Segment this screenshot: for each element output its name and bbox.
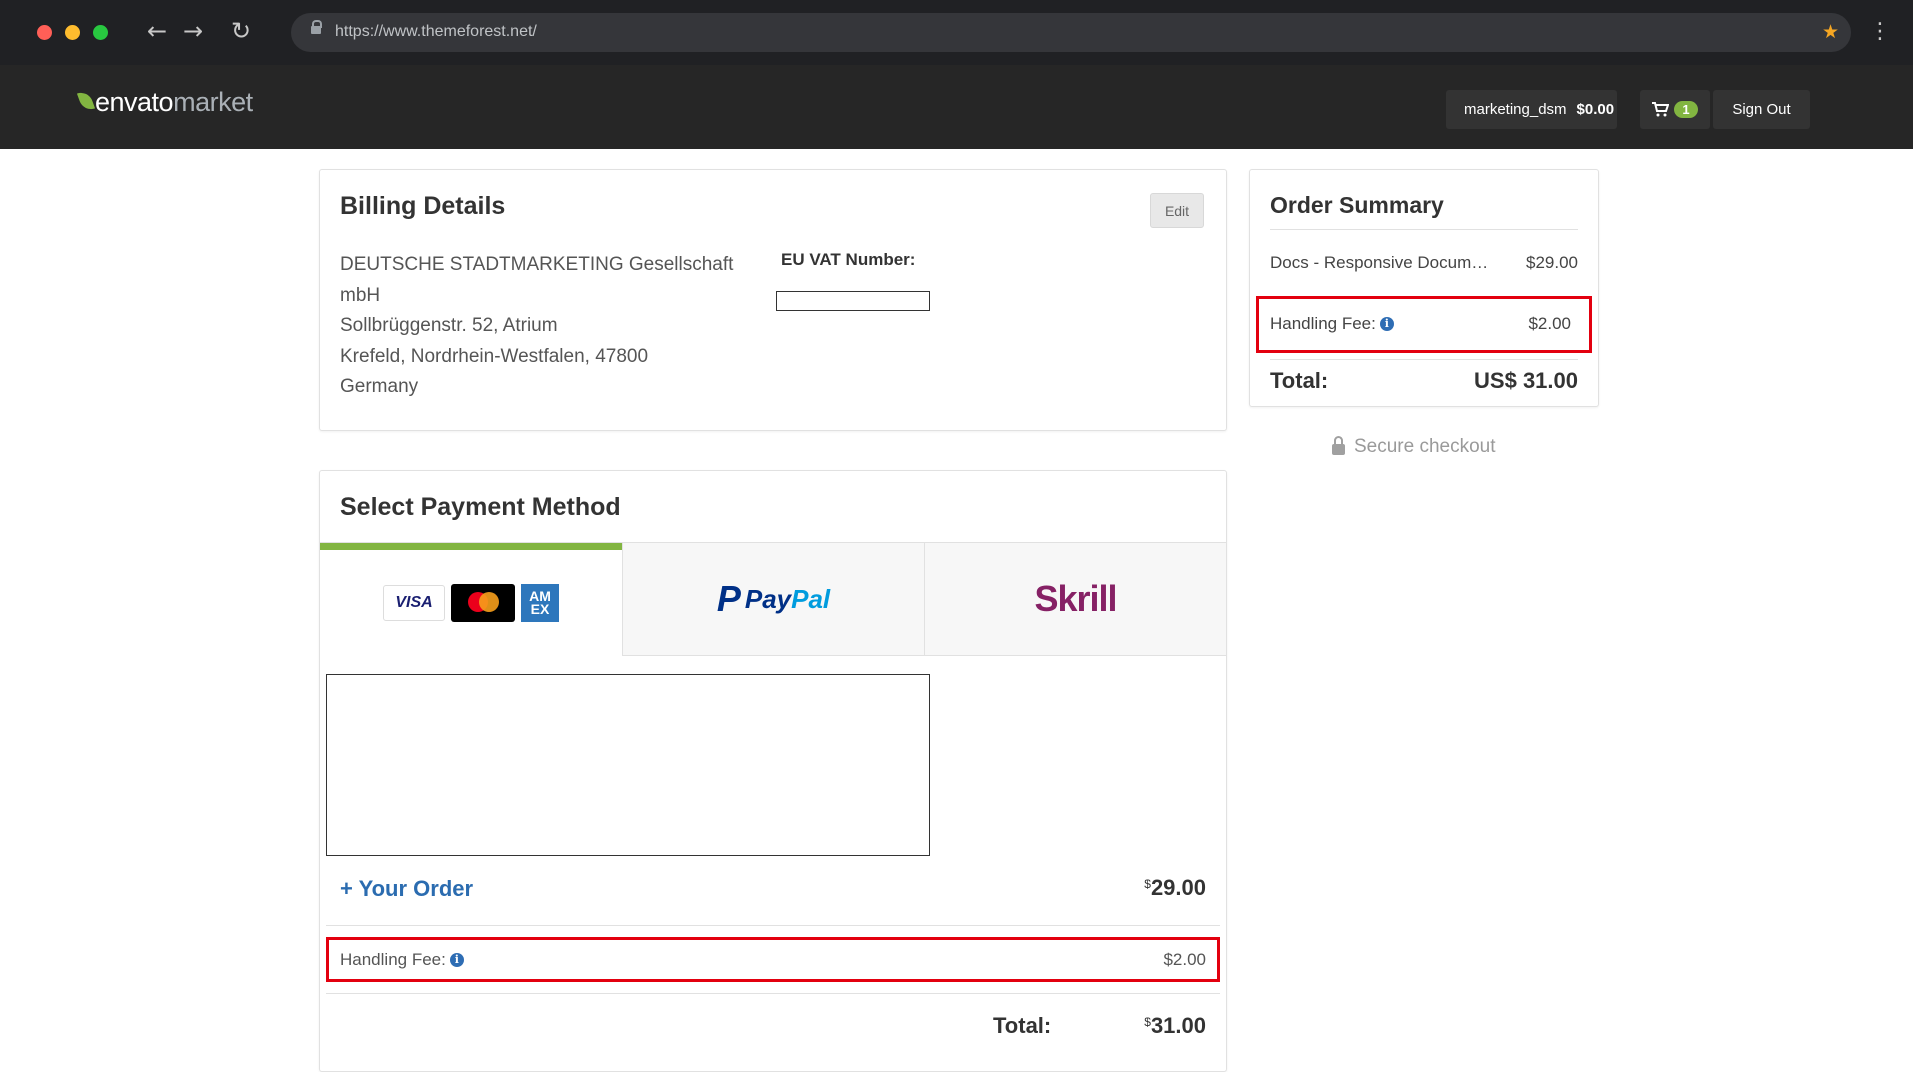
handling-fee-text: Handling Fee: (1270, 314, 1376, 333)
visa-icon: VISA (383, 585, 445, 621)
handling-fee-value: $2.00 (1163, 950, 1206, 969)
currency-symbol: $ (1144, 877, 1151, 891)
cart-button[interactable]: 1 (1640, 90, 1710, 129)
address-line: mbH (340, 284, 381, 306)
payment-tabs: VISA AM EX P Pay Pal Skrill (320, 542, 1226, 656)
edit-billing-button[interactable]: Edit (1150, 193, 1204, 228)
tab-skrill[interactable]: Skrill (924, 543, 1226, 656)
paypal-text-pay: Pay (744, 583, 792, 614)
summary-item-price: $29.00 (1526, 253, 1578, 272)
address-url[interactable]: https://www.themeforest.net/ (335, 23, 537, 41)
total-label: Total: (993, 1013, 1052, 1038)
payment-method-panel: Select Payment Method VISA AM EX P Pay Pal… (319, 470, 1227, 1072)
handling-fee-text: Handling Fee: (340, 950, 446, 969)
secure-checkout-text: Secure checkout (1354, 436, 1496, 457)
address-line: Germany (340, 376, 419, 397)
paypal-logo: P Pay Pal (717, 578, 830, 620)
info-icon[interactable]: i (449, 953, 464, 967)
summary-handling-fee-value: $2.00 (1528, 314, 1571, 333)
padlock-icon (1332, 436, 1345, 455)
address-line: DEUTSCHE STADTMARKETING Gesellschaft (340, 254, 734, 275)
cart-count-badge: 1 (1674, 101, 1698, 118)
summary-title: Order Summary (1270, 192, 1444, 218)
billing-title: Billing Details (340, 192, 506, 220)
summary-item-name: Docs - Responsive Documentation Manual (1270, 253, 1490, 272)
info-icon[interactable]: i (1379, 317, 1394, 331)
account-balance: $0.00 (1576, 101, 1615, 118)
payment-title: Select Payment Method (340, 493, 621, 521)
divider (326, 925, 1220, 926)
forward-arrow-icon[interactable]: → (183, 17, 203, 45)
skrill-logo: Skrill (1034, 578, 1117, 619)
reload-icon[interactable]: ↻ (231, 17, 251, 45)
browser-menu-icon[interactable]: ⋮ (1869, 18, 1891, 46)
logo-text-market: market (173, 87, 253, 117)
leaf-icon (76, 89, 96, 113)
paypal-p-icon: P (716, 578, 741, 619)
divider (1270, 359, 1578, 360)
total-value: 31.00 (1150, 1013, 1206, 1038)
divider (1270, 229, 1578, 230)
sign-out-button[interactable]: Sign Out (1713, 90, 1810, 129)
address-line: Sollbrüggenstr. 52, Atrium (340, 315, 558, 336)
card-form-frame[interactable] (326, 674, 930, 856)
your-order-value: 29.00 (1150, 875, 1206, 900)
vat-label: EU VAT Number: (781, 250, 916, 269)
summary-total-value: US$ 31.00 (1474, 368, 1578, 393)
tab-paypal[interactable]: P Pay Pal (622, 543, 924, 656)
summary-total-label: Total: (1270, 368, 1329, 393)
envato-market-logo[interactable]: envato market (76, 87, 253, 118)
your-order-amount: $29.00 (1144, 875, 1206, 901)
window-minimize-button[interactable] (65, 25, 80, 40)
secure-checkout-label: Secure checkout (1332, 436, 1496, 458)
amex-icon: AM EX (521, 584, 559, 622)
lock-icon (311, 20, 322, 34)
username: marketing_dsm (1464, 101, 1567, 118)
cart-icon (1652, 102, 1670, 117)
order-summary-panel: Order Summary Docs - Responsive Document… (1249, 169, 1599, 407)
browser-chrome: ← → ↻ https://www.themeforest.net/ ★ ⋮ (0, 0, 1913, 65)
currency-symbol: $ (1144, 1015, 1151, 1029)
account-button[interactable]: marketing_dsm $0.00 (1446, 90, 1617, 129)
summary-handling-fee-label: Handling Fee: i (1270, 314, 1394, 334)
window-maximize-button[interactable] (93, 25, 108, 40)
address-bar[interactable]: https://www.themeforest.net/ ★ (291, 13, 1851, 52)
mastercard-icon (451, 584, 515, 622)
vat-number-field[interactable] (776, 291, 930, 311)
paypal-text-pal: Pal (791, 583, 831, 614)
billing-address: DEUTSCHE STADTMARKETING Gesellschaft mbH… (340, 250, 760, 403)
back-arrow-icon[interactable]: ← (147, 17, 167, 45)
divider (326, 993, 1220, 994)
site-header: envato market marketing_dsm $0.00 1 Sign… (0, 65, 1913, 149)
handling-fee-label: Handling Fee: i (340, 950, 464, 970)
bookmark-star-icon[interactable]: ★ (1822, 21, 1839, 43)
total-amount: $31.00 (1144, 1013, 1206, 1039)
billing-details-panel: Billing Details Edit DEUTSCHE STADTMARKE… (319, 169, 1227, 431)
your-order-toggle[interactable]: + Your Order (340, 876, 473, 902)
window-close-button[interactable] (37, 25, 52, 40)
address-line: Krefeld, Nordrhein-Westfalen, 47800 (340, 345, 649, 367)
summary-handling-fee-highlighted: Handling Fee: i $2.00 (1256, 296, 1592, 353)
handling-fee-row-highlighted: Handling Fee: i $2.00 (326, 937, 1220, 982)
tab-credit-card[interactable]: VISA AM EX (320, 543, 622, 656)
logo-text-envato: envato (95, 87, 174, 117)
